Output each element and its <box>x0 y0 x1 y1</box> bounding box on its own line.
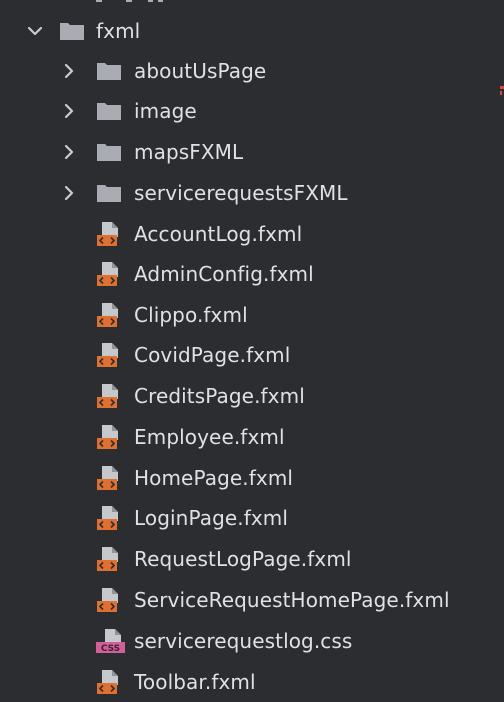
tree-row-folder-image[interactable]: image <box>0 91 504 131</box>
tree-row-file[interactable]: HomePage.fxml <box>0 458 504 498</box>
chevron-down-icon[interactable] <box>24 20 46 42</box>
folder-icon <box>59 20 85 42</box>
tree-label-folder: mapsFXML <box>134 140 244 164</box>
tree-row-file[interactable]: CovidPage.fxml <box>0 335 504 375</box>
chevron-right-icon[interactable] <box>58 60 80 82</box>
tree-label-file: RequestLogPage.fxml <box>134 547 352 571</box>
fxml-file-icon <box>96 302 122 328</box>
tree-row-folder-servicerequestsfxml[interactable]: servicerequestsFXML <box>0 173 504 213</box>
tree-row-file[interactable]: RequestLogPage.fxml <box>0 539 504 579</box>
tree-label-file: AccountLog.fxml <box>134 222 303 246</box>
chevron-right-icon[interactable] <box>58 141 80 163</box>
tree-label-file: CreditsPage.fxml <box>134 384 305 408</box>
tree-row-folder-mapsfxml[interactable]: mapsFXML <box>0 132 504 172</box>
project-tree: fxml aboutUsPage image mapsFXML servicer… <box>0 0 504 702</box>
folder-icon <box>96 182 122 204</box>
tree-row-clipped-above <box>0 0 504 8</box>
tree-label-folder: servicerequestsFXML <box>134 181 348 205</box>
folder-icon <box>96 141 122 163</box>
tree-label-file: LoginPage.fxml <box>134 506 289 530</box>
tree-row-file[interactable]: LoginPage.fxml <box>0 498 504 538</box>
css-badge-text: CSS <box>101 644 120 654</box>
tree-label-file: servicerequestlog.css <box>134 629 353 653</box>
folder-icon <box>96 100 122 122</box>
tree-label-file: Toolbar.fxml <box>134 670 256 694</box>
tree-row-file[interactable]: Toolbar.fxml <box>0 662 504 702</box>
fxml-file-icon <box>96 221 122 247</box>
fxml-file-icon <box>96 342 122 368</box>
tree-row-file[interactable]: CreditsPage.fxml <box>0 376 504 416</box>
tree-row-folder-fxml[interactable]: fxml <box>0 11 504 51</box>
fxml-file-icon <box>96 383 122 409</box>
tree-label-fxml: fxml <box>96 19 141 43</box>
tree-row-file[interactable]: ServiceRequestHomePage.fxml <box>0 580 504 620</box>
tree-row-file[interactable]: Clippo.fxml <box>0 295 504 335</box>
tree-row-file-css[interactable]: CSS servicerequestlog.css <box>0 621 504 661</box>
folder-icon <box>96 60 122 82</box>
tree-label-file: Employee.fxml <box>134 425 285 449</box>
tree-row-file[interactable]: Employee.fxml <box>0 417 504 457</box>
chevron-right-icon[interactable] <box>58 182 80 204</box>
tree-label-file: AdminConfig.fxml <box>134 262 314 286</box>
tree-row-folder-aboutuspage[interactable]: aboutUsPage <box>0 51 504 91</box>
fxml-file-icon <box>96 505 122 531</box>
fxml-file-icon <box>96 546 122 572</box>
clipped-row-fragment <box>96 0 163 2</box>
fxml-file-icon <box>96 261 122 287</box>
tree-row-file[interactable]: AccountLog.fxml <box>0 214 504 254</box>
fxml-file-icon <box>96 424 122 450</box>
tree-row-file[interactable]: AdminConfig.fxml <box>0 254 504 294</box>
error-marker-icon <box>500 86 504 95</box>
fxml-file-icon <box>96 465 122 491</box>
tree-label-folder: aboutUsPage <box>134 59 267 83</box>
tree-label-file: Clippo.fxml <box>134 303 248 327</box>
tree-label-file: ServiceRequestHomePage.fxml <box>134 588 450 612</box>
fxml-file-icon <box>96 587 122 613</box>
tree-label-file: HomePage.fxml <box>134 466 294 490</box>
css-file-icon: CSS <box>96 628 125 654</box>
fxml-file-icon <box>96 669 122 695</box>
tree-label-file: CovidPage.fxml <box>134 343 291 367</box>
chevron-right-icon[interactable] <box>58 100 80 122</box>
tree-label-folder: image <box>134 99 197 123</box>
